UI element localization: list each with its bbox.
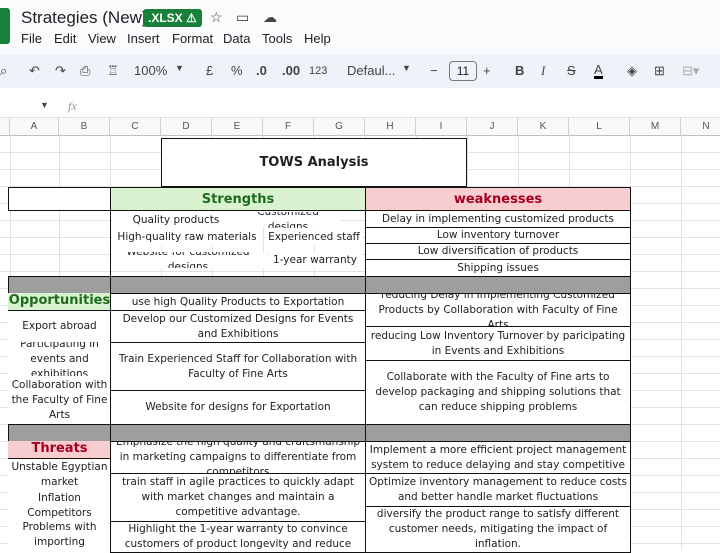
document-title[interactable]: Strategies (New) xyxy=(21,8,148,28)
column-header-C[interactable]: C xyxy=(110,118,161,136)
column-header-M[interactable]: M xyxy=(630,118,681,136)
star-icon[interactable]: ☆ xyxy=(210,9,223,26)
percent-button[interactable]: % xyxy=(231,63,243,78)
column-header-I[interactable]: I xyxy=(416,118,467,136)
merge-cells-icon[interactable]: ⊟▾ xyxy=(682,63,699,79)
borders-icon[interactable]: ⊞ xyxy=(654,63,665,79)
wt-strategy[interactable]: Implement a more efficient project manag… xyxy=(365,441,631,474)
opportunity-item[interactable]: Export abroad xyxy=(8,311,111,342)
increase-font-button[interactable]: + xyxy=(483,63,491,78)
opportunity-item[interactable]: Collaboration with the Faculty of Fine A… xyxy=(8,376,111,424)
text-color-button[interactable]: A xyxy=(594,63,603,79)
wo-strategy[interactable]: reducing Low Inventory Turnover by paric… xyxy=(365,326,631,361)
column-header-K[interactable]: K xyxy=(518,118,569,136)
decrease-font-button[interactable]: − xyxy=(430,63,438,78)
weaknesses-header[interactable]: weaknesses xyxy=(365,187,631,211)
menu-insert[interactable]: Insert xyxy=(127,31,160,46)
separator-row xyxy=(365,276,631,294)
column-header-B[interactable]: B xyxy=(59,118,110,136)
strikethrough-button[interactable]: S xyxy=(567,63,576,78)
fill-color-icon[interactable]: ◈ xyxy=(627,63,637,79)
st-strategy[interactable]: Emphasize the high quality and craftsman… xyxy=(110,441,366,474)
weakness-item[interactable]: Delay in implementing customized product… xyxy=(365,210,631,228)
redo-icon[interactable]: ↷ xyxy=(55,63,66,79)
separator-row xyxy=(8,276,111,294)
column-header-F[interactable]: F xyxy=(263,118,314,136)
menu-format[interactable]: Format xyxy=(172,31,213,46)
font-size-input[interactable]: 11 xyxy=(449,61,477,81)
column-header-G[interactable]: G xyxy=(314,118,365,136)
name-box-dropdown[interactable]: ▼ xyxy=(40,100,49,110)
threat-item[interactable]: Unstable Egyptian market xyxy=(8,459,111,490)
grid-line xyxy=(681,136,682,549)
separator-row xyxy=(365,424,631,442)
decrease-decimal-button[interactable]: .0 xyxy=(256,63,267,78)
menu-view[interactable]: View xyxy=(88,31,116,46)
move-to-folder-icon[interactable]: ▭ xyxy=(236,9,249,26)
paint-format-icon[interactable]: ♖ xyxy=(107,63,119,79)
separator-row xyxy=(110,424,366,442)
weakness-item[interactable]: Shipping issues xyxy=(365,259,631,277)
so-strategy[interactable]: Website for designs for Exportation xyxy=(110,390,366,425)
wo-strategy[interactable]: reducing Delay in Implementing Customize… xyxy=(365,293,631,327)
column-header-E[interactable]: E xyxy=(212,118,263,136)
column-header-J[interactable]: J xyxy=(467,118,518,136)
select-all-corner[interactable] xyxy=(0,118,10,136)
sheets-logo-icon[interactable] xyxy=(0,8,10,44)
wt-strategy[interactable]: Optimize inventory management to reduce … xyxy=(365,473,631,507)
menu-help[interactable]: Help xyxy=(304,31,331,46)
currency-button[interactable]: £ xyxy=(206,63,213,78)
formula-bar xyxy=(0,96,720,118)
increase-decimal-button[interactable]: .00 xyxy=(282,63,300,78)
threat-item[interactable]: Inflation xyxy=(8,490,111,506)
column-header-A[interactable]: A xyxy=(10,118,59,136)
column-header-H[interactable]: H xyxy=(365,118,416,136)
menu-edit[interactable]: Edit xyxy=(54,31,76,46)
font-select[interactable]: Defaul... xyxy=(347,63,395,78)
strengths-box xyxy=(110,210,366,277)
separator-row xyxy=(110,276,366,294)
wo-strategy[interactable]: Collaborate with the Faculty of Fine art… xyxy=(365,360,631,425)
menu-file[interactable]: File xyxy=(21,31,42,46)
st-strategy[interactable]: train staff in agile practices to quickl… xyxy=(110,473,366,522)
opportunity-item[interactable]: Participating in events and exhibitions xyxy=(8,342,111,376)
separator-row xyxy=(8,424,111,442)
print-icon[interactable]: ⎙ xyxy=(80,63,90,79)
weakness-item[interactable]: Low diversification of products xyxy=(365,243,631,260)
cloud-status-icon[interactable]: ☁ xyxy=(263,9,277,26)
menu-data[interactable]: Data xyxy=(223,31,250,46)
column-header-L[interactable]: L xyxy=(569,118,630,136)
italic-button[interactable]: I xyxy=(541,63,545,79)
strengths-header[interactable]: Strengths xyxy=(110,187,366,211)
so-strategy[interactable]: Train Experienced Staff for Collaboratio… xyxy=(110,342,366,391)
empty-header-cell[interactable] xyxy=(8,187,111,211)
xlsx-badge[interactable]: .XLSX ⚠ xyxy=(143,9,202,27)
threat-item[interactable]: Problems with importing xyxy=(8,521,111,549)
weakness-item[interactable]: Low inventory turnover xyxy=(365,227,631,244)
undo-icon[interactable]: ↶ xyxy=(29,63,40,79)
column-header-N[interactable]: N xyxy=(681,118,720,136)
so-strategy[interactable]: use high Quality Products to Exportation xyxy=(110,293,366,311)
threat-item[interactable]: Competitors xyxy=(8,506,111,521)
bold-button[interactable]: B xyxy=(515,63,524,78)
chevron-down-icon[interactable]: ▼ xyxy=(402,63,411,73)
threats-header[interactable]: Threats xyxy=(8,441,111,459)
column-header-D[interactable]: D xyxy=(161,118,212,136)
zoom-select[interactable]: 100% xyxy=(134,63,167,78)
search-icon[interactable]: ⌕ xyxy=(0,63,7,79)
chevron-down-icon[interactable]: ▼ xyxy=(175,63,184,73)
number-format-button[interactable]: 123 xyxy=(309,65,327,77)
tows-title[interactable]: TOWS Analysis xyxy=(161,138,467,187)
menu-tools[interactable]: Tools xyxy=(262,31,292,46)
fx-label: fx xyxy=(68,99,77,113)
st-strategy[interactable]: Highlight the 1-year warranty to convinc… xyxy=(110,521,366,553)
opportunities-header[interactable]: Opportunities xyxy=(8,293,111,311)
so-strategy[interactable]: Develop our Customized Designs for Event… xyxy=(110,310,366,343)
wt-strategy[interactable]: diversify the product range to satisfy d… xyxy=(365,506,631,553)
